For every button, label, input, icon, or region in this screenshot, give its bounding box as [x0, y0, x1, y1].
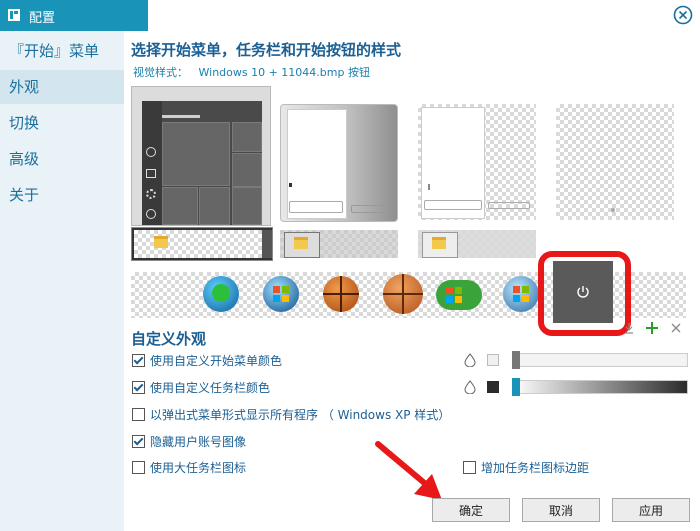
option-label: 使用自定义任务栏颜色 [150, 381, 271, 395]
windows-logo-icon [273, 286, 289, 302]
title-bar: 配置 [0, 0, 148, 31]
option-label: 使用自定义开始菜单颜色 [150, 354, 283, 368]
clover-icon [212, 284, 230, 302]
download-icon[interactable] [623, 322, 635, 334]
opacity-drop-icon [464, 380, 476, 394]
apply-button[interactable]: 应用 [612, 498, 690, 522]
option-custom-taskbar-color[interactable]: 使用自定义任务栏颜色 [132, 380, 270, 396]
taskbar-opacity-thumb[interactable] [512, 378, 520, 396]
start-button-clover[interactable] [203, 276, 239, 312]
option-hide-user-picture[interactable]: 隐藏用户账号图像 [132, 434, 246, 450]
start-button-win7[interactable] [263, 276, 299, 312]
taskbar-style-win7[interactable] [280, 230, 398, 258]
visual-style-caption: 视觉样式： [133, 66, 188, 79]
sidebar-item-about[interactable]: 关于 [0, 178, 124, 212]
option-large-taskbar-icons[interactable]: 使用大任务栏图标 [132, 460, 246, 476]
sidebar-item-start-menu[interactable]: 『开始』菜单 [0, 34, 124, 68]
option-label: 增加任务栏图标边距 [481, 461, 590, 475]
taskbar-opacity-slider[interactable] [512, 380, 688, 394]
start-menu-style-classic[interactable] [418, 104, 536, 220]
highlight-box [538, 251, 631, 336]
checkbox[interactable] [132, 461, 145, 474]
taskbar-style-win10[interactable] [131, 227, 273, 261]
taskbar-style-classic[interactable] [418, 230, 536, 258]
visual-style-label: 视觉样式： Windows 10 + 11044.bmp 按钮 [133, 64, 370, 80]
option-label: 以弹出式菜单形式显示所有程序 （ Windows XP 样式） [150, 408, 451, 422]
sidebar-item-switch[interactable]: 切换 [0, 106, 124, 140]
start-button-none[interactable] [145, 284, 167, 306]
checkbox[interactable] [132, 381, 145, 394]
taskbar-color-swatch[interactable] [487, 381, 499, 393]
sidebar-item-advanced[interactable]: 高级 [0, 142, 124, 176]
start-button-basketball-2[interactable] [383, 274, 423, 314]
add-icon[interactable] [646, 322, 658, 334]
power-icon [146, 209, 156, 219]
cancel-button[interactable]: 取消 [522, 498, 600, 522]
start-button-win8[interactable] [436, 280, 482, 310]
close-icon[interactable] [673, 5, 693, 25]
checkbox[interactable] [132, 435, 145, 448]
option-custom-start-color[interactable]: 使用自定义开始菜单颜色 [132, 353, 282, 369]
list-icon [428, 184, 436, 190]
windows-logo-icon [446, 287, 462, 303]
ok-button[interactable]: 确定 [432, 498, 510, 522]
page-title: 选择开始菜单，任务栏和开始按钮的样式 [131, 41, 402, 59]
start-menu-style-win7[interactable] [280, 104, 398, 222]
visual-style-value[interactable]: Windows 10 + 11044.bmp 按钮 [199, 66, 370, 79]
checkbox[interactable] [132, 354, 145, 367]
folder-icon [146, 169, 156, 178]
checkbox[interactable] [463, 461, 476, 474]
sidebar: 『开始』菜单 外观 切换 高级 关于 [0, 31, 124, 531]
arrow-icon [289, 183, 296, 187]
option-xp-popup-menu[interactable]: 以弹出式菜单形式显示所有程序 （ Windows XP 样式） [132, 407, 450, 423]
app-icon [8, 9, 20, 21]
option-label: 使用大任务栏图标 [150, 461, 247, 475]
window-title: 配置 [29, 11, 56, 26]
start-button-basketball-1[interactable] [323, 276, 359, 312]
checkbox[interactable] [132, 408, 145, 421]
sidebar-item-appearance[interactable]: 外观 [0, 70, 124, 104]
opacity-drop-icon [464, 353, 476, 367]
folder-icon [432, 237, 446, 249]
folder-icon [154, 236, 168, 248]
start-menu-style-none[interactable] [556, 104, 674, 220]
start-button-vista[interactable] [503, 276, 539, 312]
remove-icon[interactable] [671, 323, 681, 333]
start-menu-style-win10[interactable] [131, 86, 271, 226]
user-icon [146, 147, 156, 157]
custom-appearance-heading: 自定义外观 [131, 330, 207, 348]
folder-icon [294, 237, 308, 249]
windows-logo-icon [513, 286, 529, 302]
option-label: 隐藏用户账号图像 [150, 435, 247, 449]
start-menu-color-swatch[interactable] [487, 354, 499, 366]
start-menu-opacity-thumb[interactable] [512, 351, 520, 369]
start-menu-opacity-slider[interactable] [512, 353, 688, 367]
arrow-annotation-icon [375, 441, 442, 500]
option-taskbar-icon-padding[interactable]: 增加任务栏图标边距 [463, 460, 589, 476]
settings-icon [146, 189, 156, 199]
